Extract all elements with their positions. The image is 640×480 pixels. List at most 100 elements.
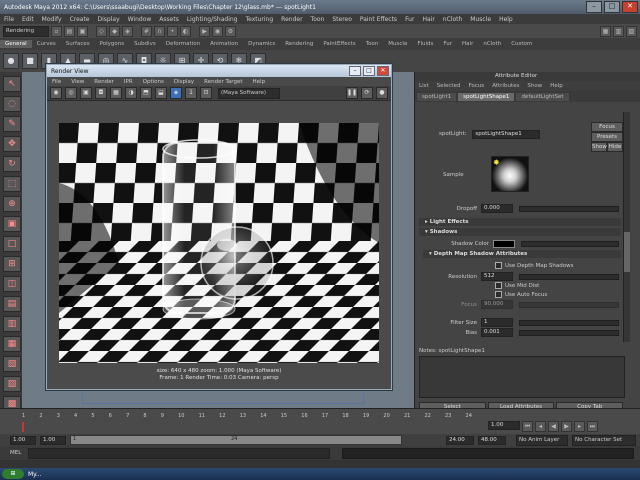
go-to-end-icon[interactable]: ⏭ [587, 421, 598, 432]
use-mid-dist-checkbox[interactable] [495, 282, 502, 289]
keep-image-icon[interactable]: ⬒ [140, 87, 152, 99]
menu-stereo[interactable]: Stereo [328, 16, 356, 23]
new-scene-icon[interactable]: ▫ [51, 25, 62, 37]
menu-window[interactable]: Window [124, 16, 156, 23]
section-depth-map[interactable]: ▾ Depth Map Shadow Attributes [423, 250, 621, 258]
shelf-tab-fur[interactable]: Fur [438, 40, 457, 48]
ae-menu-focus[interactable]: Focus [464, 83, 488, 89]
shelf-tab-animation[interactable]: Animation [205, 40, 243, 48]
range-bar[interactable]: 1 24 [70, 435, 402, 445]
paint-select-icon[interactable]: ✎ [3, 116, 21, 132]
section-shadows[interactable]: ▾ Shadows [419, 228, 621, 236]
maximize-button[interactable]: □ [604, 1, 620, 13]
menu-paint-effects[interactable]: Paint Effects [356, 16, 401, 23]
menu-toon[interactable]: Toon [307, 16, 329, 23]
menu-create[interactable]: Create [66, 16, 94, 23]
dropoff-field[interactable]: 0.000 [481, 204, 513, 213]
outliner-layout-icon[interactable]: ▤ [3, 296, 21, 312]
focus-field[interactable]: 90.000 [481, 300, 513, 309]
shelf-tab-custom[interactable]: Custom [506, 40, 537, 48]
select-hierarchy-icon[interactable]: ◇ [96, 25, 107, 37]
play-forward-icon[interactable]: ▶ [561, 421, 572, 432]
pause-ipr-icon[interactable]: ❚❚ [346, 87, 358, 99]
shelf-tab-general[interactable]: General [0, 40, 32, 48]
animation-start-field[interactable]: 1.00 [10, 435, 36, 445]
snap-point-icon[interactable]: • [167, 25, 178, 37]
lasso-tool-icon[interactable]: ◌ [3, 96, 21, 112]
close-button[interactable]: ✕ [622, 1, 638, 13]
notes-field[interactable] [419, 356, 625, 398]
shelf-tab-deformation[interactable]: Deformation [161, 40, 205, 48]
resolution-field[interactable]: 512 [481, 272, 513, 281]
shelf-tab-toon[interactable]: Toon [361, 40, 384, 48]
shelf-tab-ncloth[interactable]: nCloth [478, 40, 506, 48]
menu-display[interactable]: Display [94, 16, 124, 23]
render-settings-icon[interactable]: ⚙ [225, 25, 236, 37]
custom-layout-icon[interactable]: ▨ [3, 376, 21, 392]
rv-menu-render[interactable]: Render [89, 79, 119, 85]
stop-icon[interactable]: ● [376, 87, 388, 99]
character-set-dropdown[interactable]: No Character Set [572, 434, 636, 446]
shelf-tab-fluids[interactable]: Fluids [412, 40, 438, 48]
manipulator-icon[interactable]: ⊕ [3, 196, 21, 212]
focus-slider[interactable] [519, 301, 619, 308]
one-to-one-icon[interactable]: 1 [185, 87, 197, 99]
four-view-layout-icon[interactable]: ⊞ [3, 256, 21, 272]
select-component-icon[interactable]: ◈ [122, 25, 133, 37]
open-scene-icon[interactable]: ▤ [64, 25, 75, 37]
tool-settings-toggle-icon[interactable]: ▥ [613, 25, 624, 37]
select-object-icon[interactable]: ◆ [109, 25, 120, 37]
shelf-tab-polygons[interactable]: Polygons [95, 40, 129, 48]
focus-button[interactable]: Focus [591, 122, 623, 132]
show-button[interactable]: Show [591, 142, 607, 152]
menu-lighting-shading[interactable]: Lighting/Shading [183, 16, 242, 23]
shelf-tab-muscle[interactable]: Muscle [383, 40, 412, 48]
refresh-icon[interactable]: ⟳ [361, 87, 373, 99]
scale-tool-icon[interactable]: ⬚ [3, 176, 21, 192]
current-time-marker[interactable] [22, 422, 24, 432]
snap-surface-icon[interactable]: ◐ [180, 25, 191, 37]
animation-end-field[interactable]: 48.00 [478, 435, 506, 445]
play-backward-icon[interactable]: ◀ [548, 421, 559, 432]
ae-menu-help[interactable]: Help [546, 83, 567, 89]
graph-layout-icon[interactable]: ▥ [3, 316, 21, 332]
rendered-image[interactable] [59, 123, 379, 363]
tab-spotlight1[interactable]: spotLight1 [417, 92, 457, 101]
menu-edit[interactable]: Edit [18, 16, 38, 23]
render-frame-icon[interactable]: ▶ [199, 25, 210, 37]
menu-render[interactable]: Render [277, 16, 306, 23]
playback-end-field[interactable]: 24.00 [446, 435, 474, 445]
anim-layer-dropdown[interactable]: No Anim Layer [516, 434, 568, 446]
ae-menu-show[interactable]: Show [523, 83, 546, 89]
rotate-tool-icon[interactable]: ↻ [3, 156, 21, 172]
renderer-dropdown[interactable]: (Maya Software) [218, 87, 280, 99]
snapshot-icon[interactable]: ◘ [95, 87, 107, 99]
go-to-start-icon[interactable]: ⏮ [522, 421, 533, 432]
rv-menu-render-target[interactable]: Render Target [199, 79, 247, 85]
shelf-tab-subdivs[interactable]: Subdivs [129, 40, 161, 48]
two-view-layout-icon[interactable]: ◫ [3, 276, 21, 292]
ipr-icon[interactable]: ◎ [65, 87, 77, 99]
render-view-minimize-button[interactable]: – [349, 66, 361, 76]
shelf-tab-painteffects[interactable]: PaintEffects [318, 40, 360, 48]
rv-menu-file[interactable]: File [47, 79, 66, 85]
rv-menu-ipr[interactable]: IPR [119, 79, 138, 85]
region-render-icon[interactable]: ▣ [80, 87, 92, 99]
save-scene-icon[interactable]: ▣ [77, 25, 88, 37]
sphere-icon[interactable]: ● [3, 53, 19, 69]
use-depth-map-checkbox[interactable] [495, 262, 502, 269]
move-tool-icon[interactable]: ✥ [3, 136, 21, 152]
alpha-channel-icon[interactable]: ◑ [125, 87, 137, 99]
rv-menu-display[interactable]: Display [169, 79, 199, 85]
use-auto-focus-checkbox[interactable] [495, 291, 502, 298]
command-language-label[interactable]: MEL [10, 450, 28, 456]
menu-texturing[interactable]: Texturing [241, 16, 277, 23]
tab-spotlightshape1[interactable]: spotLightShape1 [458, 92, 515, 101]
shelf-tab-surfaces[interactable]: Surfaces [61, 40, 95, 48]
menu-assets[interactable]: Assets [155, 16, 183, 23]
tab-defaultlightset[interactable]: defaultLightSet [516, 92, 569, 101]
resolution-slider[interactable] [519, 273, 619, 280]
menu-ncloth[interactable]: nCloth [439, 16, 467, 23]
select-tool-icon[interactable]: ↖ [3, 76, 21, 92]
shadow-color-slider[interactable] [521, 241, 619, 247]
